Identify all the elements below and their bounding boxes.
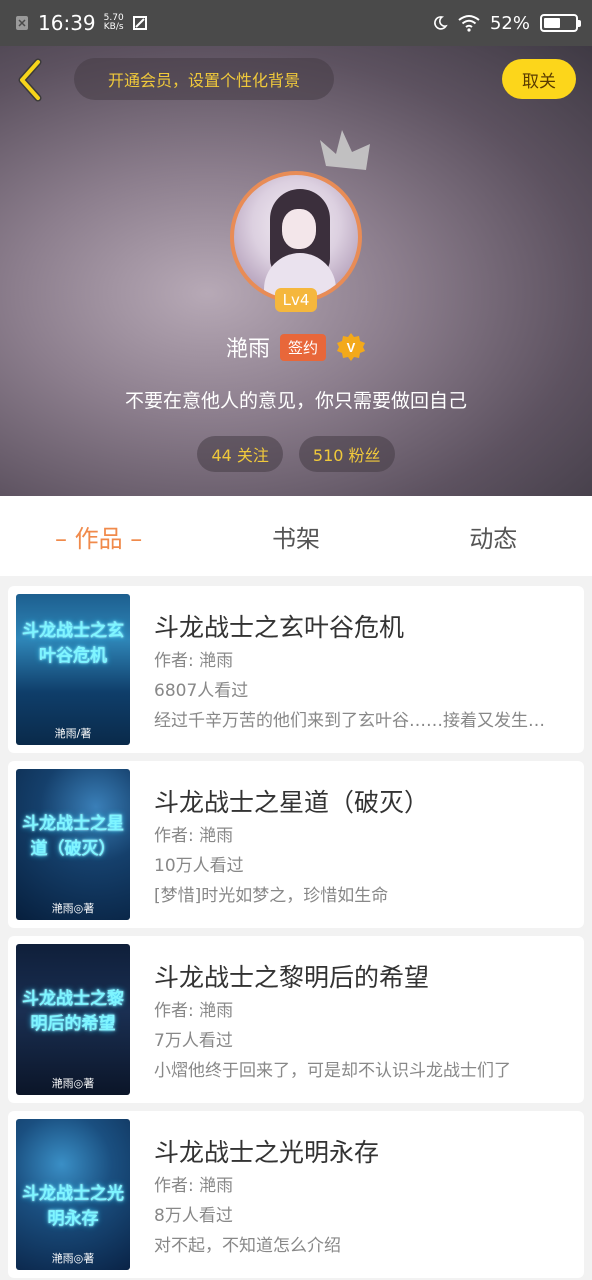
svg-text:V: V xyxy=(347,340,356,355)
screenshot-icon xyxy=(132,16,147,30)
profile-bio: 不要在意他人的意见，你只需要做回自己 xyxy=(124,390,467,412)
cover-author: 滟雨◎著 xyxy=(51,1252,95,1265)
cover-title: 斗龙战士之光明永存 xyxy=(22,1184,124,1229)
book-author: 作者: 滟雨 xyxy=(154,1176,234,1196)
moon-icon xyxy=(434,16,448,30)
following-count[interactable]: 44 关注 xyxy=(197,436,283,472)
vip-background-promo[interactable]: 开通会员，设置个性化背景 xyxy=(74,58,334,100)
cover-title: 斗龙战士之黎明后的希望 xyxy=(22,989,124,1034)
profile-tabs: – 作品 – 书架 动态 xyxy=(0,496,592,576)
book-views: 7万人看过 xyxy=(154,1031,233,1051)
fans-count[interactable]: 510 粉丝 xyxy=(298,436,395,472)
cover-title: 斗龙战士之玄叶谷危机 xyxy=(22,621,124,666)
cover-author: 滟雨◎著 xyxy=(51,902,95,915)
unfollow-button[interactable]: 取关 xyxy=(502,59,576,99)
book-cover: 斗龙战士之黎明后的希望 滟雨◎著 xyxy=(16,944,130,1095)
cover-author: 滟雨/著 xyxy=(54,727,92,740)
tab-activity[interactable]: 动态 xyxy=(395,496,592,576)
book-card[interactable]: 斗龙战士之黎明后的希望 滟雨◎著 斗龙战士之黎明后的希望 作者: 滟雨 7万人看… xyxy=(8,936,584,1103)
book-title: 斗龙战士之光明永存 xyxy=(154,1138,380,1167)
level-badge: Lv4 xyxy=(275,288,317,312)
book-description: 小熠他终于回来了，可是却不认识斗龙战士们了 xyxy=(154,1061,511,1081)
book-cover: 斗龙战士之玄叶谷危机 滟雨/著 xyxy=(16,594,130,745)
battery-percent: 52% xyxy=(489,12,530,34)
sim-icon xyxy=(16,16,28,30)
book-author: 作者: 滟雨 xyxy=(154,651,234,671)
signed-badge: 签约 xyxy=(280,333,327,361)
book-title: 斗龙战士之玄叶谷危机 xyxy=(154,613,405,642)
wifi-icon xyxy=(458,15,480,32)
book-cover: 斗龙战士之星道（破灭） 滟雨◎著 xyxy=(16,769,130,920)
book-cover: 斗龙战士之光明永存 滟雨◎著 xyxy=(16,1119,130,1270)
book-author: 作者: 滟雨 xyxy=(154,826,234,846)
book-title: 斗龙战士之黎明后的希望 xyxy=(154,963,430,992)
cover-title: 斗龙战士之星道（破灭） xyxy=(22,814,124,859)
battery-icon xyxy=(540,14,581,32)
book-card[interactable]: 斗龙战士之光明永存 滟雨◎著 斗龙战士之光明永存 作者: 滟雨 8万人看过 对不… xyxy=(8,1111,584,1278)
book-views: 10万人看过 xyxy=(154,856,244,876)
book-views: 8万人看过 xyxy=(154,1206,233,1226)
back-button[interactable] xyxy=(14,58,48,102)
tab-works[interactable]: – 作品 – xyxy=(0,496,197,576)
avatar[interactable] xyxy=(230,171,362,303)
network-speed: 5.70 KB/s xyxy=(103,13,124,32)
stats-row: 44 关注 510 粉丝 xyxy=(0,436,592,472)
status-time: 16:39 xyxy=(38,11,96,35)
status-bar: 16:39 5.70 KB/s 52% xyxy=(0,0,592,46)
book-title: 斗龙战士之星道（破灭） xyxy=(154,788,430,817)
book-card[interactable]: 斗龙战士之星道（破灭） 滟雨◎著 斗龙战士之星道（破灭） 作者: 滟雨 10万人… xyxy=(8,761,584,928)
book-author: 作者: 滟雨 xyxy=(154,1001,234,1021)
book-card[interactable]: 斗龙战士之玄叶谷危机 滟雨/著 斗龙战士之玄叶谷危机 作者: 滟雨 6807人看… xyxy=(8,586,584,753)
book-views: 6807人看过 xyxy=(154,681,249,701)
name-row: 滟雨 签约 V xyxy=(0,330,592,364)
book-description: [梦惜]时光如梦之，珍惜如生命 xyxy=(154,886,389,906)
cover-author: 滟雨◎著 xyxy=(51,1077,95,1090)
username: 滟雨 xyxy=(225,337,270,362)
v-badge-icon: V xyxy=(337,333,366,361)
book-description: 经过千辛万苦的他们来到了玄叶谷……接着又发生了什么 xyxy=(154,711,554,731)
profile-header: 开通会员，设置个性化背景 取关 Lv4 滟雨 签约 V 不要在意他人的意见，你只… xyxy=(0,46,592,496)
book-description: 对不起，不知道怎么介绍 xyxy=(154,1236,341,1256)
tab-bookshelf[interactable]: 书架 xyxy=(197,496,394,576)
